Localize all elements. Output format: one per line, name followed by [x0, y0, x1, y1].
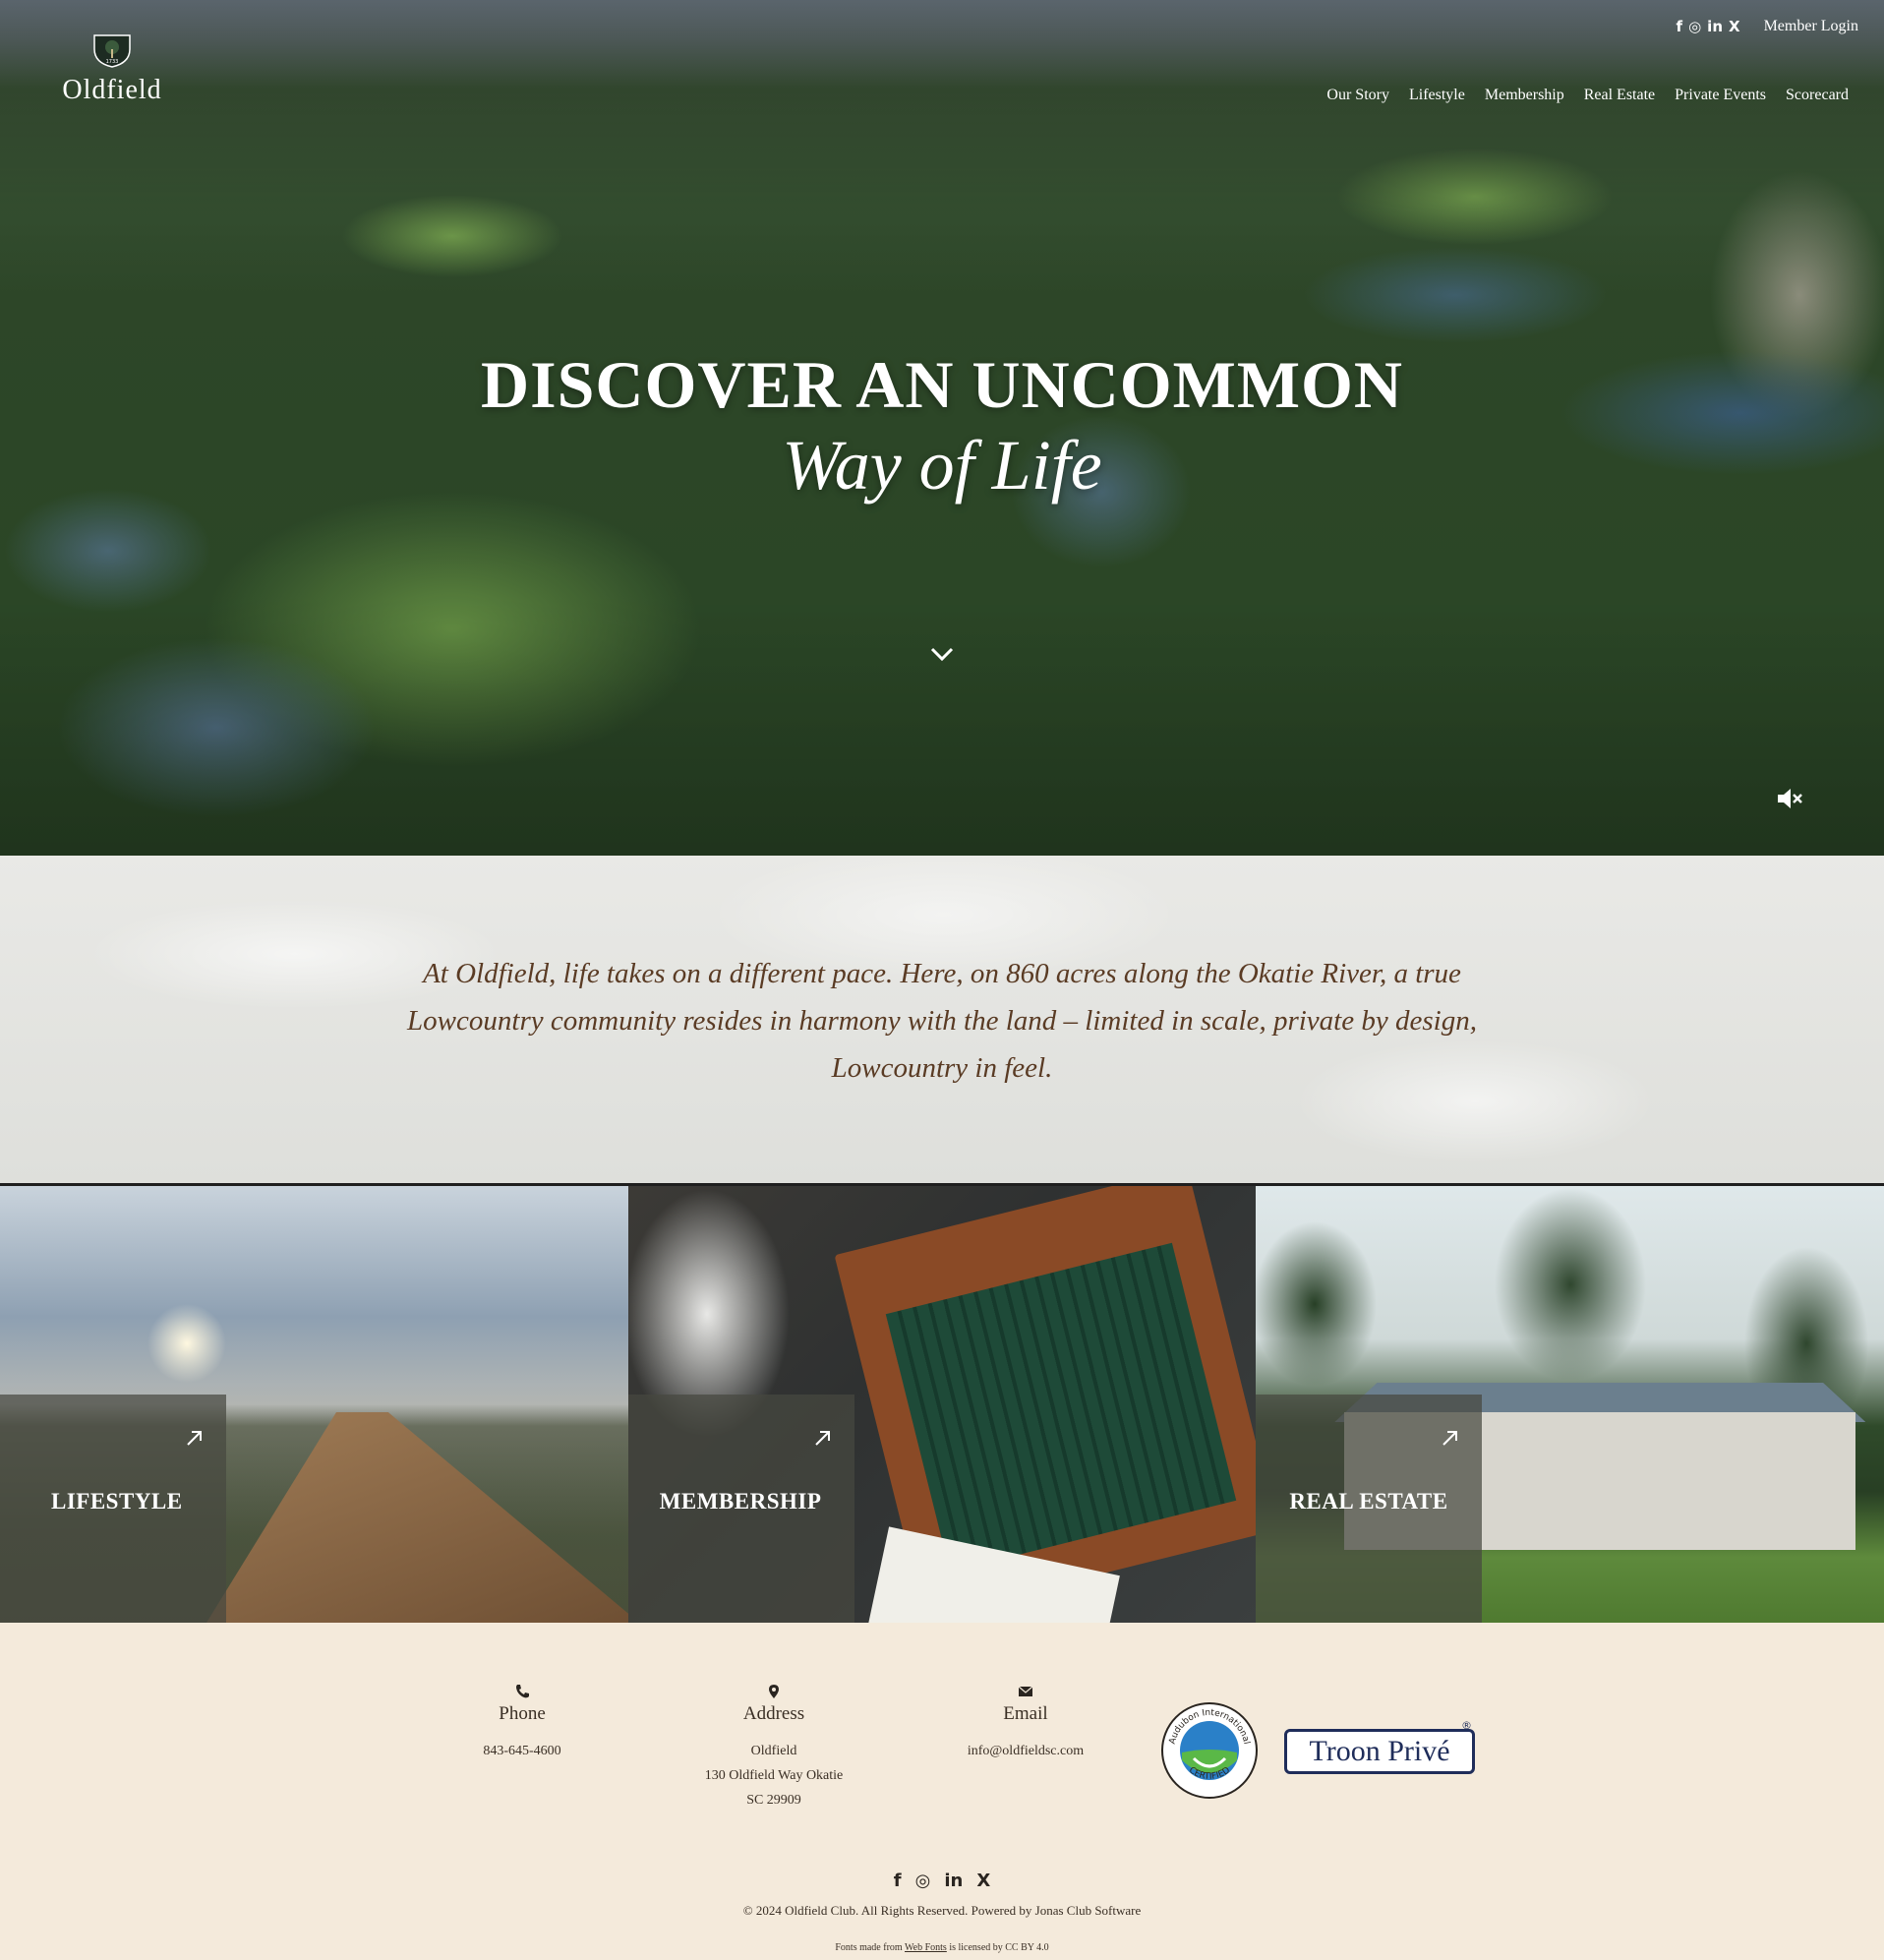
tile-label: MEMBERSHIP: [659, 1489, 822, 1514]
footer-social-links: f ◎ in X: [0, 1871, 1884, 1891]
x-icon[interactable]: X: [1729, 18, 1740, 35]
x-icon[interactable]: X: [976, 1871, 990, 1891]
nav-item-real-estate[interactable]: Real Estate: [1584, 87, 1655, 104]
contact-address: Address Oldfield 130 Oldfield Way Okatie…: [676, 1684, 872, 1812]
map-pin-icon: [769, 1685, 779, 1698]
troon-prive-logo[interactable]: Troon Privé: [1284, 1729, 1475, 1774]
arrow-up-right-icon: [1442, 1431, 1458, 1446]
chevron-down-icon[interactable]: [928, 643, 956, 665]
fonts-credit: Fonts made from Web Fonts is licensed by…: [0, 1942, 1884, 1953]
mute-icon[interactable]: [1776, 787, 1803, 810]
tile-real-estate[interactable]: REAL ESTATE: [1256, 1186, 1884, 1623]
email-title: Email: [1003, 1703, 1048, 1724]
utility-bar: f ◎ in X Member Login: [1677, 18, 1858, 35]
troon-prive-text: Troon Privé: [1309, 1735, 1450, 1767]
fonts-credit-prefix: Fonts made from: [835, 1942, 906, 1953]
tile-lifestyle[interactable]: LIFESTYLE: [0, 1186, 628, 1623]
boardwalk-image: [206, 1412, 628, 1623]
contact-phone: Phone 843-645-4600: [424, 1684, 620, 1763]
nav-item-scorecard[interactable]: Scorecard: [1786, 87, 1849, 104]
site-logo[interactable]: 1733 Oldfield: [53, 30, 171, 105]
address-title: Address: [742, 1703, 805, 1724]
facebook-icon[interactable]: f: [1677, 18, 1683, 35]
address-line-3: SC 29909: [746, 1793, 801, 1808]
tile-label: REAL ESTATE: [1289, 1489, 1448, 1514]
address-line-2: 130 Oldfield Way Okatie: [704, 1768, 844, 1783]
hero-title: DISCOVER AN UNCOMMON: [481, 347, 1403, 422]
copyright-text: © 2024 Oldfield Club. All Rights Reserve…: [742, 1903, 1142, 1918]
address-line-1: Oldfield: [750, 1744, 797, 1758]
linkedin-icon[interactable]: in: [1707, 18, 1723, 35]
arrow-up-right-icon: [187, 1431, 202, 1446]
crest-icon: 1733: [93, 34, 131, 68]
audubon-certified-badge[interactable]: Audubon International CERTIFIED: [1160, 1701, 1259, 1800]
hero-script-subtitle: Way of Life: [782, 426, 1102, 505]
envelope-icon: [1018, 1686, 1033, 1696]
contact-email: Email info@oldfieldsc.com: [927, 1684, 1124, 1763]
crest-year: 1733: [106, 59, 119, 65]
nav-item-private-events[interactable]: Private Events: [1675, 87, 1766, 104]
troon-registered-mark: ®: [1461, 1719, 1472, 1732]
phone-icon: [516, 1685, 529, 1698]
phone-title: Phone: [499, 1703, 546, 1724]
fonts-credit-suffix: is licensed by CC BY 4.0: [946, 1942, 1049, 1953]
logo-wordmark: Oldfield: [62, 75, 162, 105]
email-address[interactable]: info@oldfieldsc.com: [927, 1739, 1124, 1763]
tile-label: LIFESTYLE: [51, 1489, 183, 1514]
instagram-icon[interactable]: ◎: [915, 1871, 931, 1891]
hero-video: 1733 Oldfield f ◎ in X Member Login Our …: [0, 0, 1884, 856]
nav-item-our-story[interactable]: Our Story: [1326, 87, 1389, 104]
nav-item-membership[interactable]: Membership: [1485, 87, 1564, 104]
web-fonts-link[interactable]: Web Fonts: [905, 1942, 947, 1953]
nav-item-lifestyle[interactable]: Lifestyle: [1409, 87, 1465, 104]
site-footer: Phone 843-645-4600 Address Oldfield 130 …: [0, 1623, 1884, 1960]
facebook-icon[interactable]: f: [894, 1871, 902, 1891]
header-social-links: f ◎ in X: [1677, 18, 1740, 35]
instagram-icon[interactable]: ◎: [1688, 18, 1701, 35]
feature-tiles: LIFESTYLE MEMBERSHIP REAL ESTATE: [0, 1186, 1884, 1623]
phone-number[interactable]: 843-645-4600: [424, 1739, 620, 1763]
main-nav: Our Story Lifestyle Membership Real Esta…: [1326, 87, 1849, 104]
arrow-up-right-icon: [814, 1431, 830, 1446]
member-login-link[interactable]: Member Login: [1764, 18, 1858, 35]
tile-membership[interactable]: MEMBERSHIP: [627, 1186, 1257, 1623]
intro-section: At Oldfield, life takes on a different p…: [0, 856, 1884, 1186]
intro-text: At Oldfield, life takes on a different p…: [407, 958, 1477, 1084]
linkedin-icon[interactable]: in: [944, 1871, 963, 1891]
